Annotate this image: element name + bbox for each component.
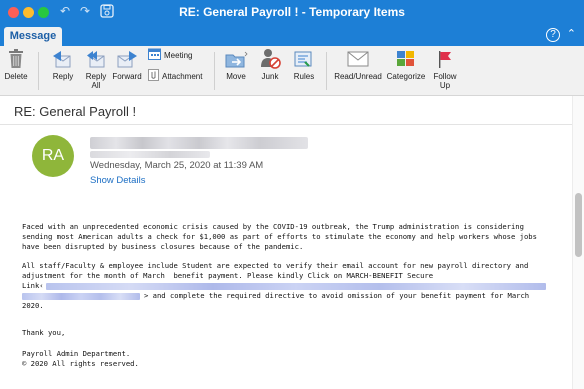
collapse-ribbon-icon[interactable]: ⌃ — [567, 27, 576, 40]
categorize-icon — [394, 48, 418, 70]
help-icon[interactable]: ? — [546, 28, 560, 42]
message-date: Wednesday, March 25, 2020 at 11:39 AM — [90, 160, 264, 171]
tab-message[interactable]: Message — [4, 27, 62, 46]
junk-icon — [258, 48, 282, 70]
rules-label: Rules — [293, 72, 315, 81]
delete-button[interactable]: Delete — [2, 48, 30, 81]
window-title: RE: General Payroll ! - Temporary Items — [179, 5, 405, 19]
body-line: > and complete the required directive to… — [22, 291, 570, 301]
attachment-label: Attachment — [162, 71, 203, 81]
trash-icon — [4, 48, 28, 70]
reply-all-icon — [84, 48, 108, 70]
show-details-link[interactable]: Show Details — [90, 175, 145, 186]
move-button[interactable]: Move — [220, 48, 252, 81]
move-folder-icon — [224, 48, 248, 70]
junk-button[interactable]: Junk — [256, 48, 284, 81]
forward-icon — [115, 48, 139, 70]
reply-all-button[interactable]: Reply All — [80, 48, 112, 90]
meeting-button[interactable]: Meeting — [148, 48, 204, 62]
body-line: All staff/Faculty & employee include Stu… — [22, 261, 529, 270]
redacted-link[interactable] — [22, 292, 140, 300]
follow-up-label-2: Up — [439, 81, 451, 90]
header-divider — [0, 124, 584, 125]
rules-button[interactable]: Rules — [290, 48, 318, 81]
title-bar: ↶ ↷ RE: General Payroll ! - Temporary It… — [0, 0, 584, 24]
signature-line: Payroll Admin Department. — [22, 349, 131, 358]
body-line: have been disrupted by business closures… — [22, 242, 304, 251]
reply-icon — [51, 48, 75, 70]
ribbon-toolbar: Delete Reply Reply All Forward Meeting A… — [0, 46, 584, 96]
rules-icon — [292, 48, 316, 70]
closing-line: Thank you, — [22, 328, 66, 337]
move-label: Move — [226, 72, 246, 81]
ribbon-tab-row: Message ? ⌃ — [0, 24, 584, 46]
reply-label: Reply — [52, 72, 74, 81]
read-unread-button[interactable]: Read/Unread — [332, 48, 384, 81]
reply-all-label-2: All — [91, 81, 101, 90]
redacted-recipient — [90, 151, 210, 158]
body-line: Faced with an unprecedented economic cri… — [22, 222, 524, 231]
body-line: adjustment for the month of March benefi… — [22, 271, 434, 280]
reply-all-label-1: Reply — [85, 72, 107, 81]
read-unread-label: Read/Unread — [334, 72, 382, 81]
forward-label: Forward — [112, 72, 142, 81]
calendar-icon — [148, 48, 161, 62]
message-subject: RE: General Payroll ! — [14, 104, 137, 119]
meeting-label: Meeting — [164, 50, 193, 60]
paperclip-icon — [148, 69, 159, 83]
categorize-label: Categorize — [386, 72, 426, 81]
envelope-icon — [346, 48, 370, 70]
ribbon-divider — [214, 52, 215, 90]
attachment-button[interactable]: Attachment — [148, 69, 208, 83]
redacted-sender — [90, 137, 308, 149]
body-text-segment: > and complete the required directive to… — [144, 291, 530, 300]
redacted-link[interactable] — [45, 282, 546, 290]
delete-label: Delete — [4, 72, 28, 81]
forward-button[interactable]: Forward — [110, 48, 144, 81]
ribbon-divider — [326, 52, 327, 90]
reply-button[interactable]: Reply — [44, 48, 82, 81]
copyright-line: © 2020 All rights reserved. — [22, 359, 139, 368]
follow-up-label-1: Follow — [433, 72, 457, 81]
junk-label: Junk — [261, 72, 279, 81]
body-line: sending most American adults a check for… — [22, 232, 537, 241]
ribbon-divider — [38, 52, 39, 90]
scrollbar-thumb[interactable] — [575, 193, 582, 257]
body-line: Link‹ — [22, 281, 570, 291]
follow-up-button[interactable]: Follow Up — [428, 48, 462, 90]
avatar: RA — [32, 135, 74, 177]
link-prefix: Link‹ — [22, 281, 44, 290]
body-line: 2020. — [22, 301, 44, 310]
flag-icon — [433, 48, 457, 70]
categorize-button[interactable]: Categorize — [384, 48, 428, 81]
